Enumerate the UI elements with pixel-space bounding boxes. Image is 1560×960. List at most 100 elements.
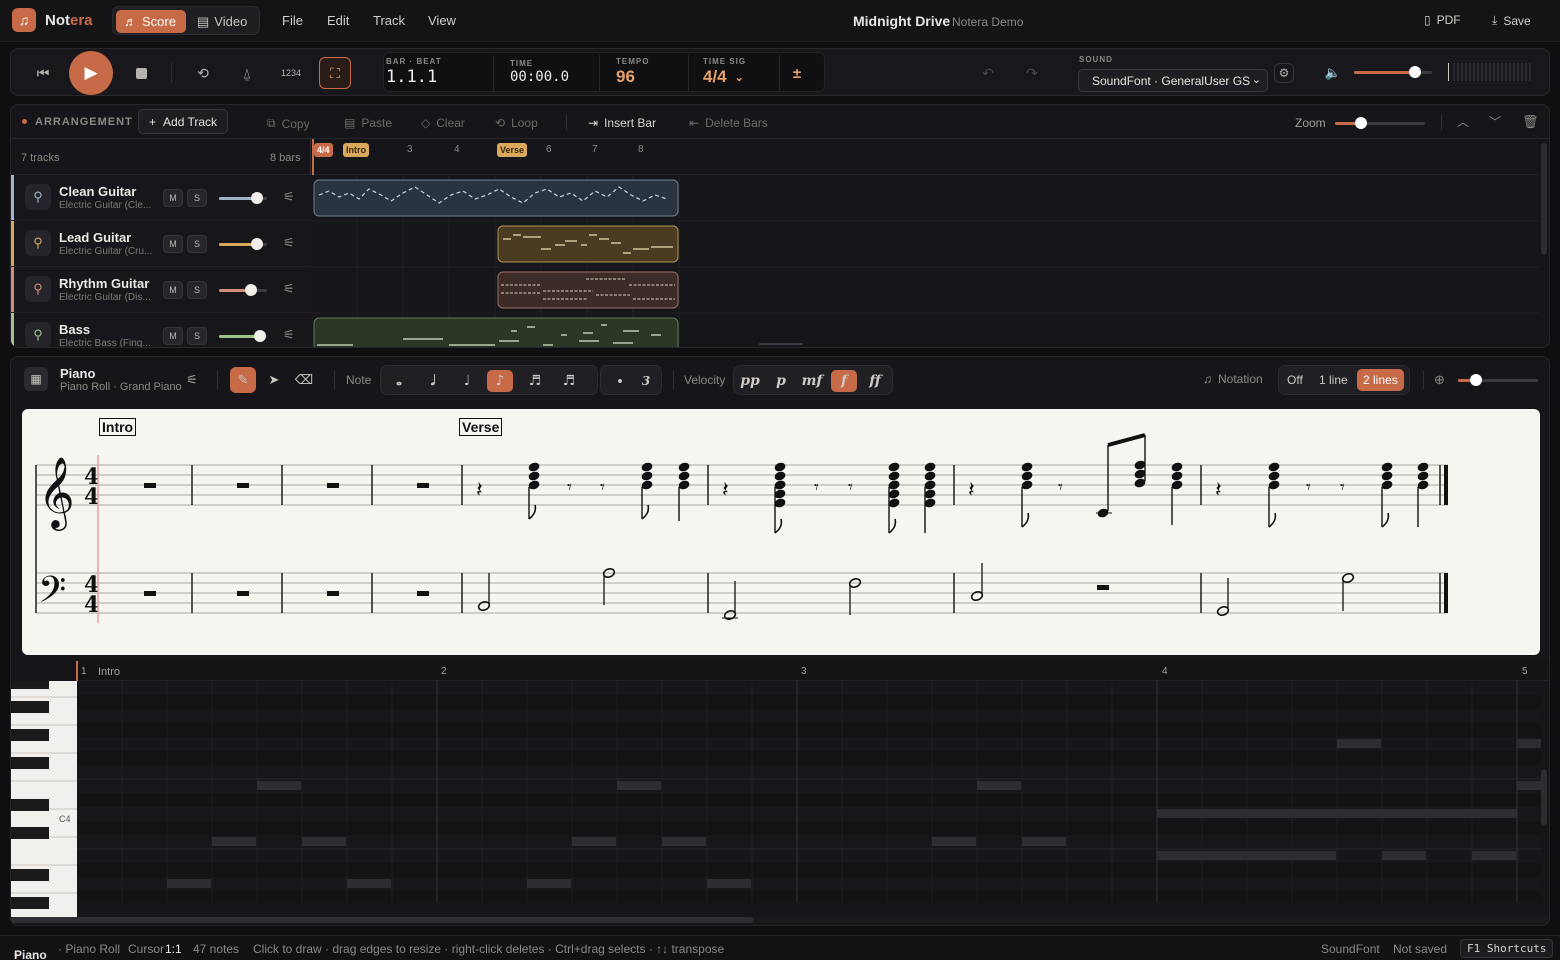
menu-file[interactable]: File (282, 13, 303, 28)
menu-edit[interactable]: Edit (327, 13, 349, 28)
track-row[interactable]: ⚲ Clean Guitar Electric Guitar (Cle... M S ⚟ (11, 175, 311, 221)
dotted-note-button[interactable]: • (607, 370, 633, 392)
transpose-button[interactable]: ± (781, 57, 813, 89)
clip-rhythm-guitar[interactable] (497, 271, 679, 309)
track-row[interactable]: ⚲ Lead Guitar Electric Guitar (Cru... M S ⚟ (11, 221, 311, 267)
thirtysecond-note-icon[interactable]: ♬ (556, 370, 582, 392)
piano-roll[interactable]: 1 Intro 2 3 4 5 C4 (11, 661, 1549, 925)
insert-bar-button[interactable]: ⇥ Insert Bar (588, 116, 656, 130)
notation-1-line[interactable]: 1 line (1319, 373, 1348, 387)
velocity-pp[interactable]: pp (737, 370, 763, 392)
shortcuts-button[interactable]: F1 Shortcuts (1460, 939, 1554, 958)
mute-button[interactable]: M (163, 235, 183, 253)
solo-button[interactable]: S (187, 327, 207, 345)
roll-grid[interactable] (77, 681, 1541, 903)
copy-button[interactable]: ⧉ Copy (267, 116, 310, 131)
video-mode-button[interactable]: ▤ Video (189, 10, 257, 33)
solo-button[interactable]: S (187, 189, 207, 207)
track-settings-icon[interactable]: ⚟ (179, 367, 205, 393)
clip-lead-guitar[interactable] (497, 225, 679, 263)
track-row[interactable]: ⚲ Rhythm Guitar Electric Guitar (Dis... M S ⚟ (11, 267, 311, 313)
track-volume-slider[interactable] (219, 330, 267, 342)
redo-icon[interactable]: ↷ (1016, 57, 1048, 89)
track-settings-icon[interactable]: ⚟ (283, 235, 295, 251)
arrangement-timeline[interactable] (311, 175, 1539, 348)
chevron-up-icon[interactable]: ︿ (1457, 113, 1469, 130)
solo-button[interactable]: S (187, 281, 207, 299)
undo-icon[interactable]: ↶ (972, 57, 1004, 89)
resize-handle[interactable] (759, 343, 803, 345)
eighth-note-icon[interactable]: ♪ (487, 370, 513, 392)
notation-zoom-knob[interactable] (1470, 374, 1482, 386)
zoom-slider[interactable] (1335, 117, 1425, 129)
velocity-mf[interactable]: mf (799, 370, 825, 392)
quarter-note-icon[interactable]: ♩ (454, 370, 480, 392)
clip-clean-guitar[interactable] (313, 179, 679, 217)
follow-playhead-icon[interactable]: ⛶ (319, 57, 351, 89)
eraser-icon[interactable]: ⌫ (291, 367, 317, 393)
time-signature-display[interactable]: TIME SIG 4/4 ⌄ (703, 57, 746, 97)
mute-button[interactable]: M (163, 327, 183, 345)
velocity-ff[interactable]: ff (862, 370, 888, 392)
zoom-knob[interactable] (1355, 117, 1367, 129)
pdf-button[interactable]: ▯ PDF (1424, 13, 1461, 27)
volume-slider[interactable] (1354, 66, 1432, 78)
whole-note-icon[interactable]: 𝅝 (386, 370, 412, 392)
roll-vertical-scrollbar[interactable] (1541, 769, 1547, 825)
trash-icon[interactable]: 🗑 (1522, 114, 1539, 130)
track-row[interactable]: ⚲ Bass Electric Bass (Fing... M S ⚟ (11, 313, 311, 347)
track-volume-knob[interactable] (251, 238, 263, 250)
track-settings-icon[interactable]: ⚟ (283, 281, 295, 297)
loop-icon[interactable]: ⟲ (187, 57, 219, 89)
track-settings-icon[interactable]: ⚟ (283, 189, 295, 205)
velocity-f[interactable]: f (831, 370, 857, 392)
menu-view[interactable]: View (428, 13, 456, 28)
track-volume-slider[interactable] (219, 192, 267, 204)
add-track-button[interactable]: + Add Track (138, 109, 229, 134)
save-button[interactable]: ⤓ Save (1492, 13, 1531, 28)
time-signature-marker[interactable]: 4/4 (314, 143, 333, 157)
menu-track[interactable]: Track (373, 13, 405, 28)
count-in-button[interactable]: 1234 (275, 57, 307, 89)
track-volume-slider[interactable] (219, 238, 267, 250)
score-mode-button[interactable]: ♬ Score (116, 10, 186, 33)
select-arrow-icon[interactable]: ➤ (261, 367, 287, 393)
sound-select[interactable]: SoundFont · GeneralUser GS ⌄ (1078, 69, 1268, 92)
tempo-display[interactable]: TEMPO 96 (616, 57, 649, 97)
volume-knob[interactable] (1409, 66, 1421, 78)
mute-button[interactable]: M (163, 189, 183, 207)
section-marker-intro[interactable]: Intro (343, 143, 369, 157)
skip-back-icon[interactable]: ⏮ (27, 57, 59, 89)
zoom-in-icon[interactable]: ⊕ (1434, 372, 1445, 388)
vertical-scrollbar[interactable] (1541, 143, 1547, 255)
metronome-icon[interactable]: ⍙ (231, 57, 263, 89)
delete-bars-button[interactable]: ⇤ Delete Bars (689, 116, 768, 130)
track-settings-icon[interactable]: ⚟ (283, 327, 295, 343)
roll-ruler[interactable]: 1 Intro 2 3 4 5 (76, 661, 1549, 681)
clear-button[interactable]: ◇ Clear (421, 116, 465, 130)
pencil-icon[interactable]: ✎ (230, 367, 256, 393)
play-button[interactable]: ▶ (69, 51, 113, 95)
speaker-icon[interactable]: 🔈 (1317, 57, 1349, 89)
section-marker-verse[interactable]: Verse (497, 143, 528, 157)
track-volume-knob[interactable] (251, 192, 263, 204)
gear-icon[interactable]: ⚙ (1274, 63, 1294, 83)
arrangement-ruler[interactable]: 4/4 Intro 3 4 Verse 6 7 8 (311, 139, 1539, 175)
solo-button[interactable]: S (187, 235, 207, 253)
track-volume-knob[interactable] (254, 330, 266, 342)
score-view[interactable]: 𝄞 𝄢 4 4 4 4 𝄽 𝄾 𝄾 𝄽 𝄾 𝄾 𝄽 𝄾 𝄽 𝄾 𝄾 Intro … (22, 409, 1540, 655)
track-volume-slider[interactable] (219, 284, 267, 296)
roll-playhead[interactable] (76, 661, 78, 681)
mute-button[interactable]: M (163, 281, 183, 299)
piano-keyboard[interactable] (11, 681, 77, 921)
notation-off[interactable]: Off (1287, 373, 1303, 387)
stop-button[interactable] (125, 57, 157, 89)
half-note-icon[interactable]: 𝅗𝅥 (420, 370, 446, 392)
chevron-down-icon[interactable]: ﹀ (1489, 113, 1501, 130)
clip-bass[interactable] (313, 317, 679, 348)
paste-button[interactable]: ▤ Paste (344, 116, 392, 130)
roll-horizontal-scrollbar[interactable] (11, 917, 753, 923)
track-volume-knob[interactable] (245, 284, 257, 296)
playhead[interactable] (312, 139, 314, 175)
velocity-p[interactable]: p (768, 370, 794, 392)
